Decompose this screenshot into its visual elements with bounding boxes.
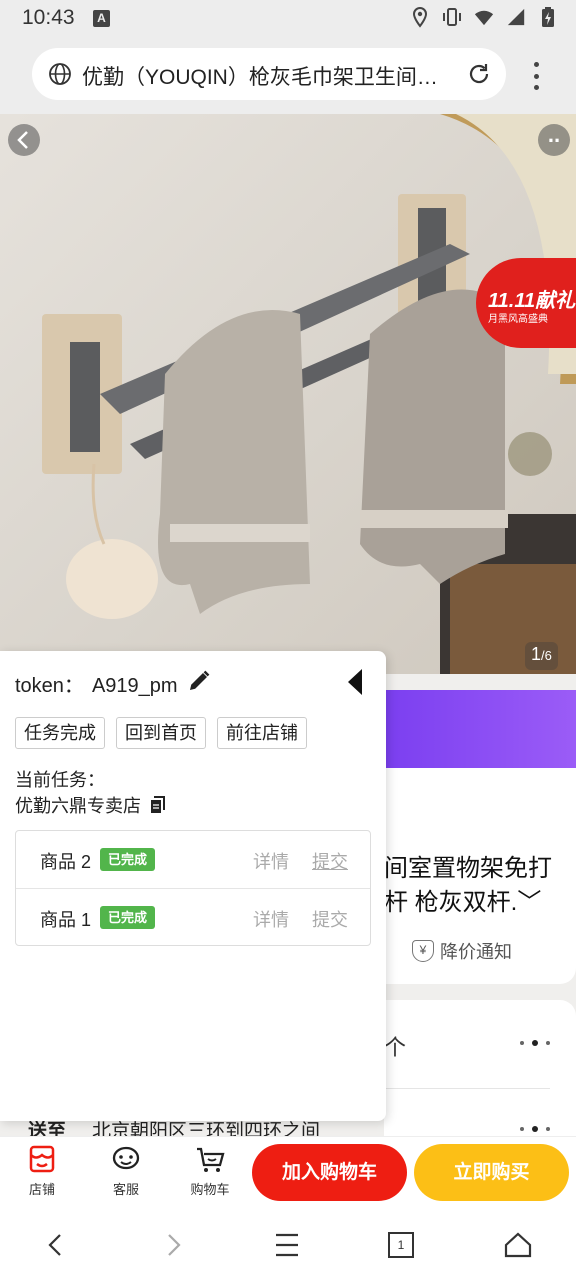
globe-icon bbox=[49, 63, 71, 85]
promo-title: 11.11献礼 bbox=[488, 290, 576, 312]
detail-link[interactable]: 详情 bbox=[253, 906, 289, 932]
detail-link[interactable]: 详情 bbox=[253, 848, 289, 874]
current-shop: 优勤六鼎专卖店 bbox=[15, 792, 167, 818]
table-row: 商品 2 已完成 详情 提交 bbox=[16, 831, 370, 888]
vibrate-icon bbox=[443, 8, 461, 26]
promo-badge: 11.11献礼 月黑风高盛典 bbox=[476, 258, 576, 348]
more-options-icon[interactable]: .. bbox=[538, 124, 570, 156]
submit-link[interactable]: 提交 bbox=[312, 848, 348, 874]
service-label: 客服 bbox=[112, 1182, 139, 1197]
collapse-panel-icon[interactable] bbox=[348, 669, 362, 695]
wifi-icon bbox=[474, 10, 494, 26]
buy-now-button[interactable]: 立即购买 bbox=[414, 1144, 569, 1201]
price-drop-notice[interactable]: ¥ 降价通知 bbox=[412, 938, 512, 964]
promo-subtitle: 月黑风高盛典 bbox=[488, 314, 548, 325]
status-badge: 已完成 bbox=[100, 906, 156, 929]
product-info-card: 间室置物架免打 杆 枪灰双杆.﹀ ¥ 降价通知 bbox=[384, 768, 576, 984]
cart-button[interactable]: 购物车 bbox=[180, 1143, 240, 1203]
promo-banner[interactable] bbox=[384, 690, 576, 768]
go-to-store-button[interactable]: 前往店铺 bbox=[217, 717, 307, 749]
token-row: token： A919_pm bbox=[15, 669, 178, 698]
image-counter-current: 1 bbox=[531, 644, 542, 664]
product-title: 间室置物架免打 杆 枪灰双杆.﹀ bbox=[384, 852, 576, 920]
browser-menu-icon[interactable] bbox=[526, 62, 546, 90]
price-alert-icon: ¥ bbox=[412, 940, 434, 962]
reload-icon[interactable] bbox=[466, 61, 492, 87]
location-icon bbox=[412, 6, 428, 28]
shop-button[interactable]: 店铺 bbox=[12, 1143, 72, 1203]
action-bar: 店铺 客服 购物车 加入购物车 立即购买 bbox=[0, 1136, 576, 1210]
app-notification-icon: A bbox=[93, 10, 110, 27]
add-to-cart-button[interactable]: 加入购物车 bbox=[252, 1144, 407, 1201]
menu-icon[interactable] bbox=[272, 1230, 302, 1260]
status-bar: 10:43 A bbox=[0, 0, 576, 38]
divider bbox=[384, 1088, 550, 1089]
product-title-line2[interactable]: 杆 枪灰双杆.﹀ bbox=[384, 886, 576, 920]
item-name: 商品 2 bbox=[40, 852, 92, 872]
edit-icon[interactable] bbox=[186, 668, 212, 694]
shipping-address: 北京朝阳区三环到四环之间 bbox=[92, 1121, 321, 1136]
cart-icon bbox=[197, 1147, 225, 1172]
task-button-row: 任务完成 回到首页 前往店铺 bbox=[15, 717, 307, 749]
browser-toolbar: 优勤（YOUQIN）枪灰毛巾架卫生间… bbox=[0, 38, 576, 114]
home-icon[interactable] bbox=[503, 1230, 533, 1260]
product-title-line1: 间室置物架免打 bbox=[384, 855, 552, 882]
spec-more-icon[interactable] bbox=[520, 1040, 550, 1046]
back-icon[interactable] bbox=[8, 124, 40, 156]
token-value: A919_pm bbox=[91, 675, 178, 697]
task-table: 商品 2 已完成 详情 提交 商品 1 已完成 详情 提交 bbox=[15, 830, 371, 946]
current-task-label: 当前任务： bbox=[15, 770, 105, 790]
task-complete-button[interactable]: 任务完成 bbox=[15, 717, 105, 749]
page-title: 优勤（YOUQIN）枪灰毛巾架卫生间… bbox=[82, 66, 438, 89]
browser-nav-bar: 1 bbox=[0, 1210, 576, 1280]
shop-icon bbox=[29, 1145, 55, 1173]
shipping-more-icon[interactable] bbox=[520, 1126, 550, 1132]
cart-label: 购物车 bbox=[190, 1182, 230, 1197]
service-button[interactable]: 客服 bbox=[96, 1143, 156, 1203]
back-home-button[interactable]: 回到首页 bbox=[116, 717, 206, 749]
submit-link[interactable]: 提交 bbox=[312, 906, 348, 932]
token-label: token： bbox=[15, 675, 84, 697]
tabs-button[interactable]: 1 bbox=[388, 1232, 414, 1258]
forward-arrow-icon[interactable] bbox=[158, 1230, 188, 1260]
task-panel: token： A919_pm 任务完成 回到首页 前往店铺 当前任务： 优勤六鼎专… bbox=[0, 651, 386, 1121]
towel-rack-illustration bbox=[42, 114, 576, 674]
image-counter: 1/6 bbox=[525, 642, 558, 670]
shop-label: 店铺 bbox=[28, 1182, 55, 1197]
shipping-label: 送至 bbox=[28, 1121, 67, 1136]
price-drop-label: 降价通知 bbox=[440, 942, 512, 962]
signal-icon bbox=[507, 8, 525, 26]
address-bar[interactable]: 优勤（YOUQIN）枪灰毛巾架卫生间… bbox=[32, 48, 506, 100]
back-arrow-icon[interactable] bbox=[41, 1230, 71, 1260]
copy-icon[interactable] bbox=[149, 796, 167, 814]
battery-icon bbox=[542, 7, 554, 27]
status-badge: 已完成 bbox=[100, 848, 156, 871]
item-name: 商品 1 bbox=[40, 910, 92, 930]
image-counter-total: /6 bbox=[541, 648, 552, 663]
table-row: 商品 1 已完成 详情 提交 bbox=[16, 888, 370, 945]
product-image[interactable]: .. 11.11献礼 月黑风高盛典 1/6 bbox=[0, 114, 576, 674]
customer-service-icon bbox=[112, 1146, 140, 1170]
status-time: 10:43 bbox=[22, 6, 75, 29]
spec-row-text: 个 bbox=[384, 1035, 407, 1060]
current-shop-name: 优勤六鼎专卖店 bbox=[15, 796, 141, 816]
